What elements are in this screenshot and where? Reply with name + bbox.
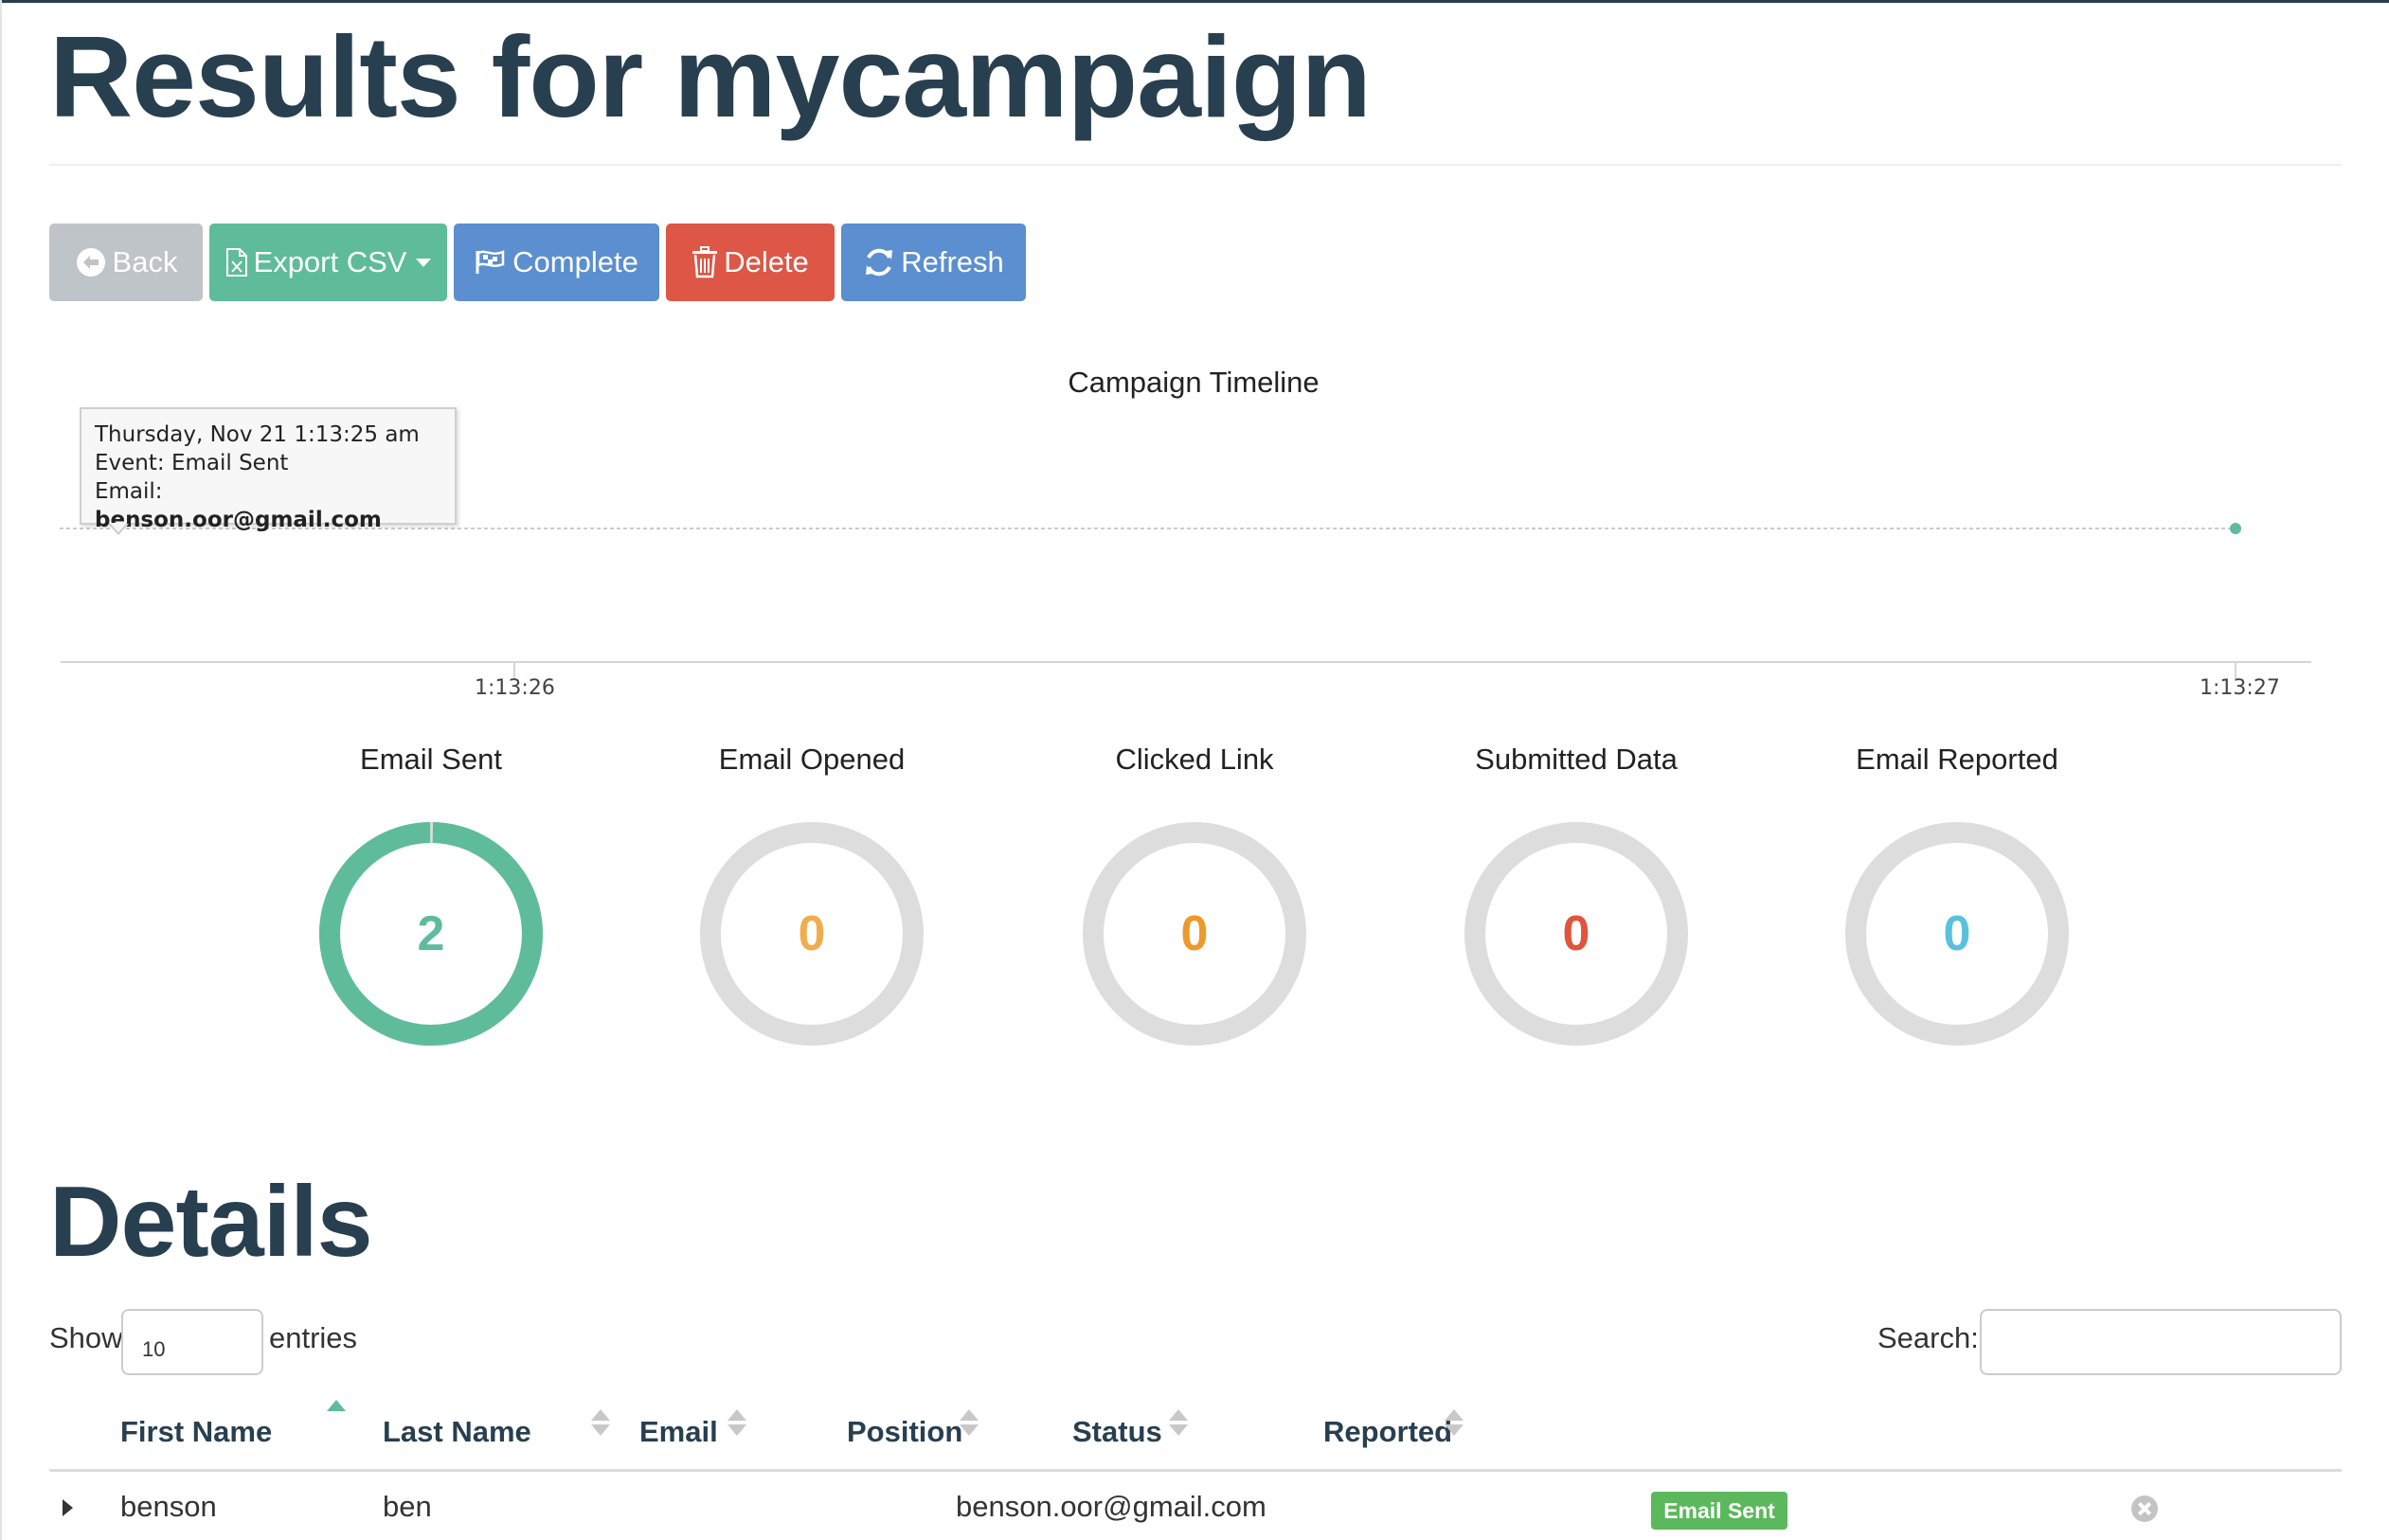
flag-checkered-icon	[476, 250, 505, 274]
column-label: Email	[639, 1415, 718, 1448]
column-header-email[interactable]: Email	[639, 1409, 746, 1449]
back-button[interactable]: Back	[49, 224, 203, 301]
stat-email-opened: Email Opened 0	[622, 743, 1001, 1048]
stat-label: Email Reported	[1856, 743, 2058, 776]
export-csv-button[interactable]: Export CSV	[209, 224, 447, 301]
refresh-button[interactable]: Refresh	[841, 224, 1026, 301]
caret-down-icon	[416, 258, 432, 267]
column-header-position[interactable]: Position	[847, 1409, 979, 1449]
stat-value: 0	[1943, 906, 1971, 961]
donut-chart: 2	[317, 820, 545, 1048]
stat-label: Email Sent	[360, 743, 502, 776]
timeline-tooltip: Thursday, Nov 21 1:13:25 am Event: Email…	[80, 407, 457, 532]
cell-first-name: benson	[120, 1490, 217, 1523]
donut-chart: 0	[698, 820, 925, 1048]
cell-last-name: ben	[383, 1490, 432, 1523]
stat-label: Submitted Data	[1475, 743, 1678, 776]
details-title: Details	[49, 1166, 373, 1278]
stat-clicked-link: Clicked Link 0	[1005, 743, 1384, 1048]
status-badge: Email Sent	[1651, 1492, 1787, 1530]
cell-email: benson.oor@gmail.com	[956, 1490, 1266, 1523]
tooltip-event-line: Event: Email Sent	[95, 449, 441, 477]
stat-email-reported: Email Reported 0	[1768, 743, 2147, 1048]
column-label: Reported	[1323, 1415, 1453, 1448]
trash-icon	[692, 246, 718, 278]
column-header-reported[interactable]: Reported	[1323, 1409, 1464, 1449]
sort-icon	[591, 1409, 610, 1442]
entries-label: entries	[269, 1321, 358, 1354]
table-header: First Name Last Name Email Position Stat…	[49, 1398, 2342, 1472]
column-label: Status	[1072, 1415, 1162, 1448]
stat-label: Clicked Link	[1115, 743, 1274, 776]
sort-icon	[727, 1409, 746, 1442]
column-header-last-name[interactable]: Last Name	[383, 1409, 610, 1449]
search-label: Search:	[1877, 1321, 1979, 1354]
tooltip-email-line: Email: benson.oor@gmail.com	[95, 477, 441, 534]
tooltip-arrow-inner	[110, 523, 127, 532]
entries-select[interactable]: 10	[121, 1309, 263, 1375]
tooltip-event: Email Sent	[171, 451, 289, 475]
timeline-tick-label: 1:13:26	[475, 676, 555, 700]
back-label: Back	[112, 245, 178, 278]
donut-chart: 0	[1081, 820, 1308, 1048]
show-label: Show	[49, 1321, 123, 1354]
page-title: Results for mycampaign	[49, 12, 1372, 141]
tooltip-email-prefix: Email:	[95, 479, 163, 504]
file-excel-icon	[225, 248, 247, 277]
donut-chart: 0	[1463, 820, 1690, 1048]
stat-submitted-data: Submitted Data 0	[1387, 743, 1766, 1048]
search-input[interactable]	[1980, 1309, 2342, 1375]
tooltip-date: Thursday, Nov 21 1:13:25 am	[95, 422, 420, 447]
table-row[interactable]: benson ben benson.oor@gmail.com Email Se…	[49, 1473, 2342, 1540]
donut-chart: 0	[1843, 820, 2071, 1048]
sort-icon	[1169, 1409, 1188, 1442]
column-header-status[interactable]: Status	[1072, 1409, 1188, 1449]
column-header-first-name[interactable]: First Name	[120, 1400, 346, 1449]
top-border	[0, 0, 2389, 3]
arrow-circle-left-icon	[76, 248, 105, 277]
stat-value: 2	[417, 906, 445, 961]
refresh-label: Refresh	[901, 245, 1004, 278]
timeline-tick-label: 1:13:27	[2200, 676, 2280, 700]
not-reported-icon	[2131, 1495, 2158, 1522]
tooltip-email: benson.oor@gmail.com	[95, 508, 382, 532]
complete-button[interactable]: Complete	[454, 224, 659, 301]
stat-label: Email Opened	[718, 743, 906, 776]
complete-label: Complete	[512, 245, 638, 278]
stat-value: 0	[1562, 906, 1590, 961]
column-label: Position	[847, 1415, 963, 1448]
sort-icon	[960, 1409, 979, 1442]
delete-label: Delete	[724, 245, 809, 278]
title-divider	[49, 164, 2342, 166]
delete-button[interactable]: Delete	[666, 224, 835, 301]
export-label: Export CSV	[253, 245, 407, 278]
sort-icon	[1445, 1409, 1464, 1442]
column-label: Last Name	[383, 1415, 531, 1448]
column-label: First Name	[120, 1415, 273, 1448]
tooltip-event-prefix: Event:	[95, 451, 171, 475]
stat-email-sent: Email Sent 2	[242, 743, 620, 1048]
stat-value: 0	[1180, 906, 1209, 961]
timeline-title: Campaign Timeline	[1068, 366, 1320, 399]
refresh-icon	[866, 248, 893, 277]
left-border	[0, 0, 2, 1540]
stat-value: 0	[798, 906, 826, 961]
sort-asc-icon	[327, 1400, 346, 1432]
toolbar: Back Export CSV Complete Delete Refresh	[49, 224, 1026, 301]
timeline-event-point[interactable]	[2230, 523, 2241, 534]
caret-right-icon[interactable]	[63, 1499, 73, 1516]
